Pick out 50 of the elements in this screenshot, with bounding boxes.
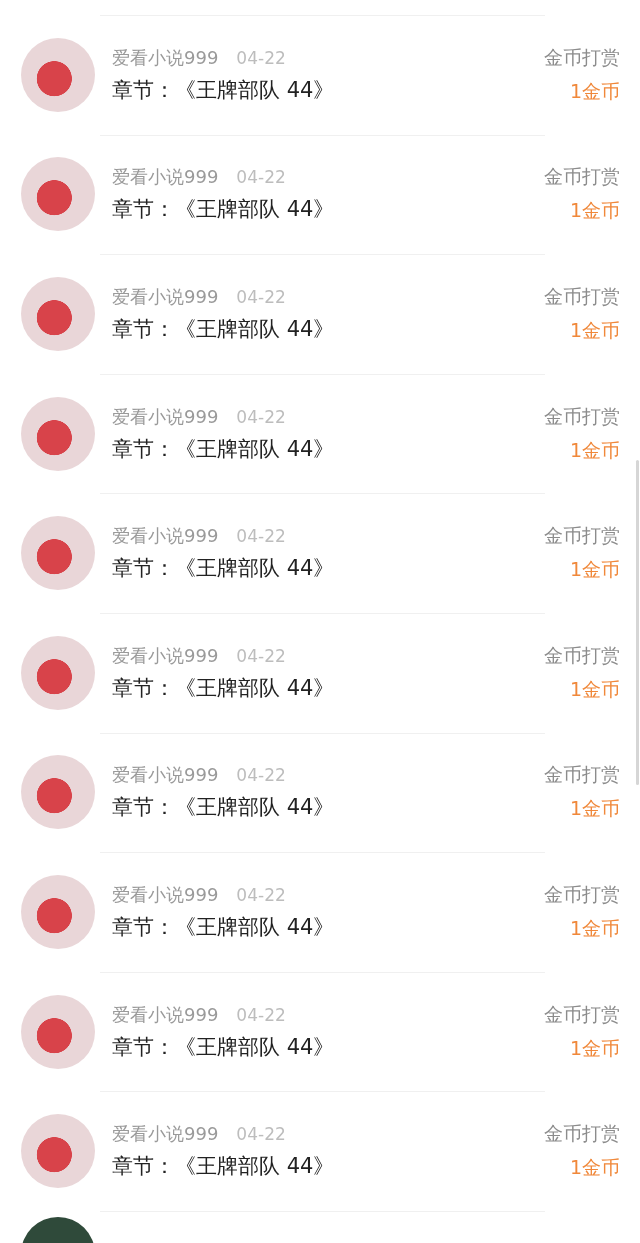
username: 爱看小说999 <box>112 1122 219 1147</box>
chapter-title: 章节：《王牌部队 44》 <box>112 913 336 941</box>
chapter-title: 章节：《王牌部队 44》 <box>112 794 336 822</box>
date-text: 04-22 <box>236 884 286 905</box>
reward-type: 金币打赏 <box>544 881 620 907</box>
date-text: 04-22 <box>236 406 286 427</box>
username: 爱看小说999 <box>112 643 219 668</box>
date-text: 04-22 <box>236 645 286 666</box>
date-text: 04-22 <box>236 167 286 188</box>
username: 爱看小说999 <box>112 1002 219 1027</box>
username: 爱看小说999 <box>112 763 219 788</box>
chapter-title: 章节：《王牌部队 44》 <box>112 316 336 343</box>
date-text: 04-22 <box>236 765 286 786</box>
username: 爱看小说999 <box>112 524 219 549</box>
chapter-title: 章节：《王牌部队 44》 <box>112 674 336 702</box>
chapter-title: 章节：《王牌部队 44》 <box>112 76 336 104</box>
coin-amount: 1金币 <box>569 1035 620 1061</box>
coin-amount: 1金币 <box>569 557 620 583</box>
reward-type: 金币打赏 <box>544 284 620 309</box>
username: 爱看小说999 <box>112 285 219 309</box>
reward-type: 金币打赏 <box>544 164 620 190</box>
chapter-title: 章节：《王牌部队 44》 <box>112 1153 336 1181</box>
reward-type: 金币打赏 <box>544 523 620 549</box>
reward-type: 金币打赏 <box>544 1001 620 1027</box>
username: 爱看小说999 <box>112 165 219 190</box>
chapter-title: 章节：《王牌部队 44》 <box>112 196 336 224</box>
coin-amount: 1金币 <box>569 198 620 224</box>
reward-type: 金币打赏 <box>544 762 620 788</box>
username: 爱看小说999 <box>112 45 219 70</box>
coin-amount: 1金币 <box>569 796 620 822</box>
reward-type: 金币打赏 <box>544 642 620 668</box>
date-text: 04-22 <box>236 47 286 68</box>
username: 爱看小说999 <box>112 882 219 907</box>
coin-amount: 1金币 <box>569 437 620 463</box>
date-text: 04-22 <box>236 287 286 307</box>
coin-amount: 1金币 <box>569 1155 620 1181</box>
chapter-title: 章节：《王牌部队 44》 <box>112 1033 336 1061</box>
reward-type: 金币打赏 <box>544 403 620 429</box>
chapter-title: 章节：《王牌部队 44》 <box>112 435 336 463</box>
date-text: 04-22 <box>236 1124 286 1145</box>
date-text: 04-22 <box>236 1004 286 1025</box>
reward-type: 金币打赏 <box>544 1121 620 1147</box>
reward-type: 金币打赏 <box>544 44 620 70</box>
coin-amount: 1金币 <box>569 318 620 343</box>
coin-amount: 1金币 <box>569 676 620 702</box>
date-text: 04-22 <box>236 526 286 547</box>
chapter-title: 章节：《王牌部队 44》 <box>112 555 336 583</box>
username: 爱看小说999 <box>112 404 219 429</box>
coin-amount: 1金币 <box>569 78 620 104</box>
coin-amount: 1金币 <box>569 915 620 941</box>
